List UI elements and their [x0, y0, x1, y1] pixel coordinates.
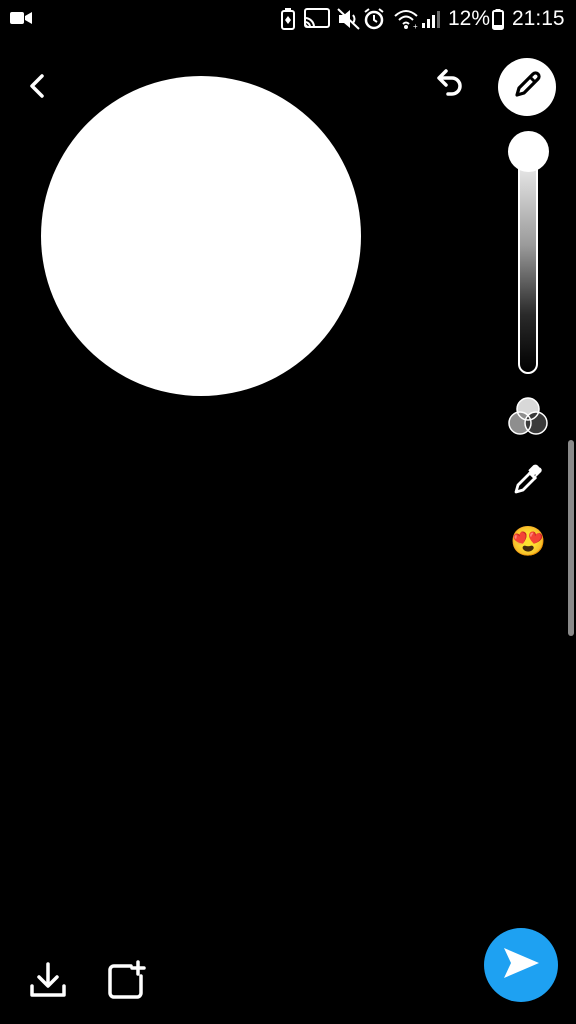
battery-percentage: 12% — [448, 7, 491, 30]
brush-size-slider-thumb[interactable] — [508, 131, 549, 172]
cast-icon — [304, 8, 330, 35]
chevron-left-icon — [26, 72, 50, 105]
wifi-icon: + — [393, 8, 421, 35]
battery-icon — [492, 9, 504, 35]
add-to-story-icon — [105, 959, 147, 1005]
drawing-screen: + 12% 21:15 😍 — [0, 0, 576, 1024]
edge-panel-handle[interactable] — [568, 440, 574, 636]
undo-icon — [432, 67, 464, 102]
back-button[interactable] — [18, 68, 58, 108]
status-bar: + 12% 21:15 — [0, 0, 576, 40]
save-button[interactable] — [26, 960, 70, 1004]
undo-button[interactable] — [428, 64, 468, 104]
heart-eyes-emoji-icon: 😍 — [509, 526, 547, 558]
color-palette-icon — [505, 395, 551, 446]
color-palette-button[interactable] — [504, 396, 552, 444]
clock: 21:15 — [512, 7, 565, 30]
pencil-tool-button[interactable] — [498, 58, 556, 116]
mute-icon — [337, 8, 361, 35]
svg-text:+: + — [413, 22, 418, 30]
alarm-icon — [363, 8, 385, 35]
brush-size-slider[interactable] — [518, 140, 538, 374]
emoji-button[interactable]: 😍 — [508, 522, 548, 562]
eyedropper-icon — [511, 463, 545, 502]
download-icon — [28, 961, 68, 1004]
pencil-icon — [511, 69, 543, 106]
signal-icon — [421, 10, 441, 33]
send-arrow-icon — [501, 946, 541, 985]
add-to-story-button[interactable] — [102, 959, 150, 1005]
battery-saver-icon — [281, 8, 295, 35]
video-camera-icon — [10, 11, 32, 30]
eyedropper-button[interactable] — [508, 462, 548, 502]
drawn-circle — [41, 76, 361, 396]
send-button[interactable] — [484, 928, 558, 1002]
